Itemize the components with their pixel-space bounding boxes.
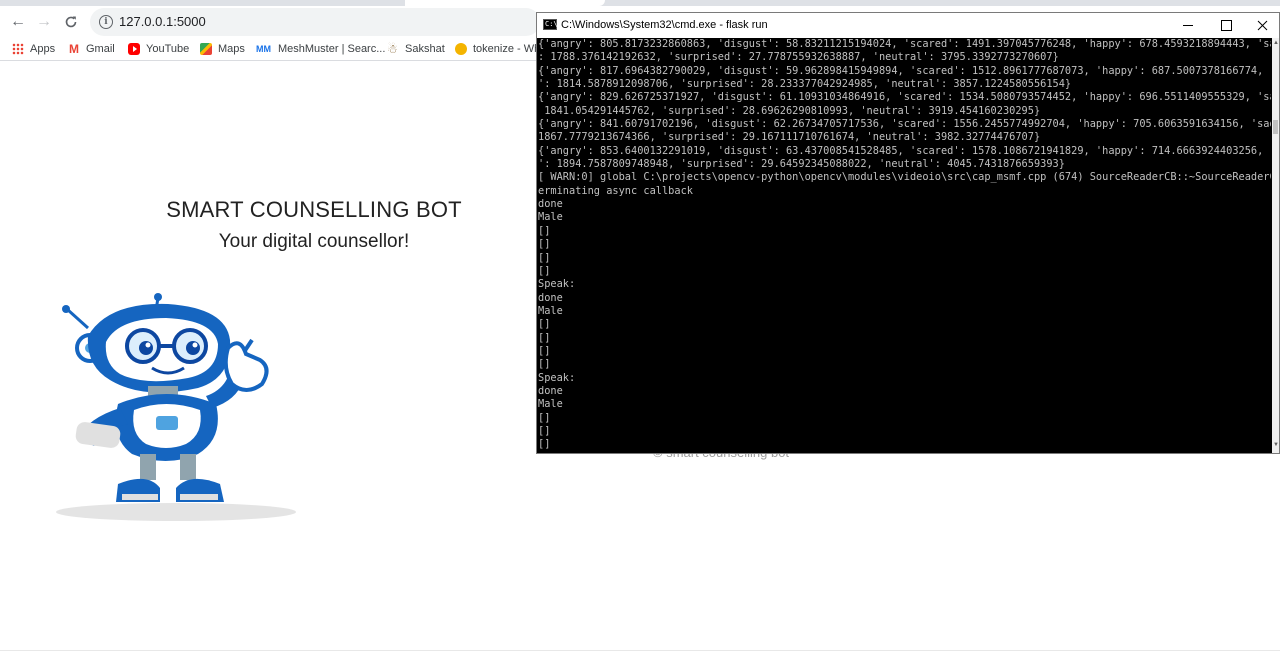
cmd-scrollbar[interactable]: ▲ ▼	[1272, 38, 1279, 453]
bookmark-label: Gmail	[86, 43, 115, 55]
cmd-output[interactable]: {'angry': 805.8173232860863, 'disgust': …	[537, 38, 1271, 452]
cmd-output-line: Speak:	[538, 278, 576, 291]
cmd-output-line: Male	[538, 304, 563, 317]
minimize-icon	[1183, 25, 1193, 26]
cmd-output-line: []	[538, 424, 551, 437]
bookmark-apps[interactable]: Apps	[12, 41, 55, 57]
tokenize-icon	[455, 43, 467, 55]
bookmark-sakshat[interactable]: ☃ Sakshat	[387, 41, 445, 57]
cmd-output-line: ': 1894.7587809748948, 'surprised': 29.6…	[538, 158, 1065, 171]
gmail-icon: M	[69, 42, 79, 56]
cmd-output-line: Male	[538, 211, 563, 224]
cmd-output-line: {'angry': 817.6964382790029, 'disgust': …	[538, 64, 1271, 77]
cmd-output-line: ': 1814.5878912098706, 'surprised': 28.2…	[538, 78, 1072, 91]
cmd-output-line: []	[538, 438, 551, 451]
scroll-down-arrow-icon[interactable]: ▼	[1273, 442, 1279, 448]
bookmark-youtube[interactable]: YouTube	[128, 41, 189, 57]
bookmark-label: MeshMuster | Searc...	[278, 43, 386, 55]
cmd-output-line: Speak:	[538, 371, 576, 384]
cmd-output-line: done	[538, 384, 563, 397]
page-subtitle: Your digital counsellor!	[218, 231, 410, 252]
cmd-output-line: 1867.7779213674366, 'surprised': 29.1671…	[538, 131, 1041, 144]
cmd-output-line: Male	[538, 398, 563, 411]
close-button[interactable]	[1243, 13, 1280, 38]
sakshat-icon: ☃	[387, 42, 398, 56]
bookmark-label: Sakshat	[405, 43, 445, 55]
cmd-titlebar[interactable]: C:\ C:\Windows\System32\cmd.exe - flask …	[537, 13, 1279, 38]
back-arrow-icon[interactable]: ←	[7, 11, 29, 33]
cmd-output-text: {'angry': 805.8173232860863, 'disgust': …	[537, 38, 1271, 452]
minimize-button[interactable]	[1169, 13, 1207, 38]
cmd-output-line: : 1788.376142192632, 'surprised': 27.778…	[538, 51, 1059, 64]
bookmark-maps[interactable]: Maps	[200, 41, 245, 57]
bookmark-meshmuster[interactable]: MM MeshMuster | Searc...	[256, 41, 385, 57]
info-icon[interactable]: i	[99, 15, 113, 29]
scroll-thumb[interactable]	[1273, 120, 1278, 134]
bookmark-gmail[interactable]: M Gmail	[68, 41, 115, 57]
page-title: SMART COUNSELLING BOT	[166, 197, 462, 222]
cmd-output-line: {'angry': 805.8173232860863, 'disgust': …	[538, 38, 1271, 50]
bookmark-label: Apps	[30, 43, 56, 55]
cmd-output-line: {'angry': 829.626725371927, 'disgust': 6…	[538, 91, 1271, 104]
maps-icon	[200, 43, 212, 55]
cmd-output-line: []	[538, 344, 551, 357]
maximize-icon	[1220, 20, 1232, 31]
bookmark-label: YouTube	[146, 43, 190, 55]
page-bottom-divider	[0, 650, 1280, 651]
bookmark-label: Maps	[218, 43, 245, 55]
cmd-output-line: []	[538, 224, 551, 237]
robot-mascot-image	[56, 293, 296, 521]
cmd-output-line: []	[538, 251, 551, 264]
cmd-output-line: [ WARN:0] global C:\projects\opencv-pyth…	[538, 171, 1271, 184]
maximize-button[interactable]	[1207, 13, 1245, 38]
cmd-output-line: 1841.054291445762, 'surprised': 28.69626…	[544, 104, 1041, 117]
cmd-output-line: done	[538, 198, 563, 211]
bookmark-tokenize[interactable]: tokenize - Wh	[455, 41, 540, 57]
youtube-icon	[128, 43, 140, 55]
cmd-output-line: []	[538, 238, 551, 251]
cmd-output-line: []	[538, 318, 551, 331]
forward-arrow-icon[interactable]: →	[33, 11, 55, 33]
close-icon	[1257, 20, 1267, 31]
cmd-window-title: C:\Windows\System32\cmd.exe - flask run	[561, 19, 768, 31]
cmd-output-line: done	[538, 291, 563, 304]
cmd-app-icon[interactable]: C:\	[543, 19, 558, 30]
address-bar[interactable]: i 127.0.0.1:5000	[90, 8, 540, 36]
bookmark-label: tokenize - Wh	[473, 43, 541, 55]
meshmuster-icon: MM	[256, 44, 271, 54]
scroll-up-arrow-icon[interactable]: ▲	[1273, 40, 1279, 46]
cmd-output-line: {'angry': 853.6400132291019, 'disgust': …	[538, 144, 1271, 157]
url-text: 127.0.0.1:5000	[119, 14, 206, 29]
cmd-output-line: erminating async callback	[538, 184, 693, 197]
reload-icon[interactable]	[60, 11, 82, 33]
cmd-window[interactable]: C:\ C:\Windows\System32\cmd.exe - flask …	[536, 12, 1280, 454]
cmd-output-line: []	[538, 331, 551, 344]
apps-grid-icon	[12, 43, 24, 55]
cmd-output-line: []	[538, 264, 551, 277]
cmd-output-line: []	[538, 411, 551, 424]
cmd-output-line: []	[538, 358, 551, 371]
cmd-output-line: {'angry': 841.60791702196, 'disgust': 62…	[538, 118, 1271, 131]
